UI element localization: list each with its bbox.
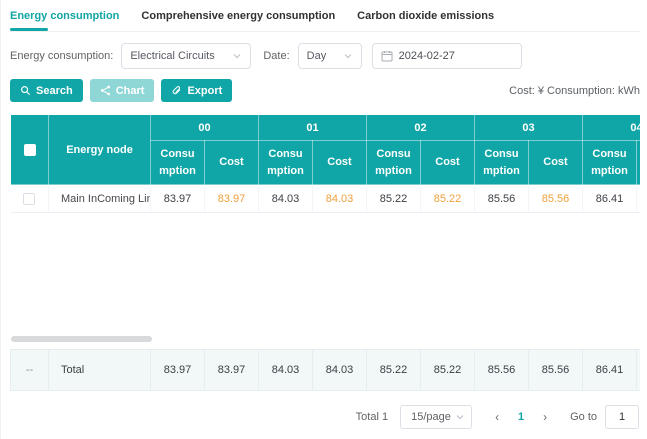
cost-value xyxy=(637,185,641,213)
total-cost-value: 85.22 xyxy=(421,350,475,391)
cost-header: Cost xyxy=(421,141,475,185)
energy-table-viewport: Energy node 00 01 02 03 04 Consumption C… xyxy=(10,114,640,344)
cost-value: 85.22 xyxy=(421,185,475,213)
toolbar: Search Chart Export Cost: ¥ Consumption:… xyxy=(10,79,640,102)
table-empty-area xyxy=(10,213,640,344)
total-consumption-value: 86.41 xyxy=(583,350,637,391)
tab-comprehensive-energy-consumption[interactable]: Comprehensive energy consumption xyxy=(141,10,335,31)
row-select-cell xyxy=(11,185,49,213)
energy-filter-label: Energy consumption: xyxy=(10,50,113,62)
energy-type-value: Electrical Circuits xyxy=(130,50,232,62)
chevron-down-icon xyxy=(455,412,465,422)
hour-group-01: 01 xyxy=(259,115,367,141)
cost-header: Cost xyxy=(529,141,583,185)
total-marker: -- xyxy=(11,350,49,391)
filter-row: Energy consumption: Electrical Circuits … xyxy=(10,43,640,69)
total-consumption-value: 85.22 xyxy=(367,350,421,391)
date-granularity-select[interactable]: Day xyxy=(298,43,362,69)
consumption-header: Consumption xyxy=(367,141,421,185)
goto-label: Go to xyxy=(570,411,597,423)
energy-node-header: Energy node xyxy=(49,115,151,185)
chart-button-label: Chart xyxy=(116,85,145,97)
consumption-value: 85.22 xyxy=(367,185,421,213)
export-button[interactable]: Export xyxy=(161,79,232,102)
energy-node-name: Main InComing Lin... xyxy=(49,185,151,213)
energy-type-select[interactable]: Electrical Circuits xyxy=(121,43,251,69)
paperclip-icon xyxy=(171,85,182,96)
page-size-value: 15/page xyxy=(411,411,455,423)
cost-header: Cost xyxy=(637,141,641,185)
consumption-header: Consumption xyxy=(475,141,529,185)
select-all-cell xyxy=(11,115,49,185)
row-checkbox[interactable] xyxy=(23,193,35,205)
date-picker[interactable] xyxy=(372,43,522,69)
current-page[interactable]: 1 xyxy=(508,411,534,423)
units-note: Cost: ¥ Consumption: kWh xyxy=(509,85,640,97)
total-cost-value: 85.56 xyxy=(529,350,583,391)
total-cost-value: 84.03 xyxy=(313,350,367,391)
total-consumption-value: 83.97 xyxy=(151,350,205,391)
goto-page-input[interactable] xyxy=(605,405,639,429)
tab-energy-consumption[interactable]: Energy consumption xyxy=(10,10,119,31)
share-chart-icon xyxy=(100,85,111,96)
chevron-down-icon xyxy=(343,51,353,61)
total-consumption-value: 84.03 xyxy=(259,350,313,391)
page-size-select[interactable]: 15/page xyxy=(400,405,472,429)
prev-page-button[interactable]: ‹ xyxy=(486,410,508,424)
cost-value: 84.03 xyxy=(313,185,367,213)
energy-consumption-page: Energy consumption Comprehensive energy … xyxy=(1,0,647,429)
calendar-icon xyxy=(381,50,393,62)
total-row-viewport: -- Total 83.97 83.97 84.03 84.03 85.22 8… xyxy=(10,349,640,391)
consumption-header: Consumption xyxy=(583,141,637,185)
consumption-header: Consumption xyxy=(259,141,313,185)
horizontal-scrollbar[interactable] xyxy=(11,336,152,342)
tab-bar: Energy consumption Comprehensive energy … xyxy=(10,0,640,32)
total-label: Total xyxy=(49,350,151,391)
hour-group-00: 00 xyxy=(151,115,259,141)
hour-group-02: 02 xyxy=(367,115,475,141)
consumption-value: 85.56 xyxy=(475,185,529,213)
chart-button[interactable]: Chart xyxy=(90,79,155,102)
table-row: Main InComing Lin... 83.97 83.97 84.03 8… xyxy=(11,185,641,213)
hour-group-03: 03 xyxy=(475,115,583,141)
date-filter-label: Date: xyxy=(263,50,289,62)
cost-value: 85.56 xyxy=(529,185,583,213)
cost-header: Cost xyxy=(313,141,367,185)
cost-value: 83.97 xyxy=(205,185,259,213)
consumption-value: 86.41 xyxy=(583,185,637,213)
hour-group-04: 04 xyxy=(583,115,641,141)
search-icon xyxy=(20,85,31,96)
tab-carbon-dioxide-emissions[interactable]: Carbon dioxide emissions xyxy=(357,10,494,31)
consumption-value: 83.97 xyxy=(151,185,205,213)
hour-group-header-row: Energy node 00 01 02 03 04 xyxy=(11,115,641,141)
pagination-total: Total 1 xyxy=(356,411,388,423)
energy-table: Energy node 00 01 02 03 04 Consumption C… xyxy=(10,114,640,213)
total-cost-value: 83.97 xyxy=(205,350,259,391)
total-row: -- Total 83.97 83.97 84.03 84.03 85.22 8… xyxy=(11,350,641,391)
date-input[interactable] xyxy=(399,50,513,62)
select-all-checkbox[interactable] xyxy=(24,144,36,156)
date-granularity-value: Day xyxy=(307,50,343,62)
search-button-label: Search xyxy=(36,85,73,97)
total-table: -- Total 83.97 83.97 84.03 84.03 85.22 8… xyxy=(10,349,640,391)
next-page-button[interactable]: › xyxy=(534,410,556,424)
total-cost-value xyxy=(637,350,641,391)
total-consumption-value: 85.56 xyxy=(475,350,529,391)
pagination: Total 1 15/page ‹ 1 › Go to xyxy=(10,405,640,429)
consumption-value: 84.03 xyxy=(259,185,313,213)
consumption-header: Consumption xyxy=(151,141,205,185)
export-button-label: Export xyxy=(187,85,222,97)
chevron-down-icon xyxy=(232,51,242,61)
search-button[interactable]: Search xyxy=(10,79,83,102)
cost-header: Cost xyxy=(205,141,259,185)
